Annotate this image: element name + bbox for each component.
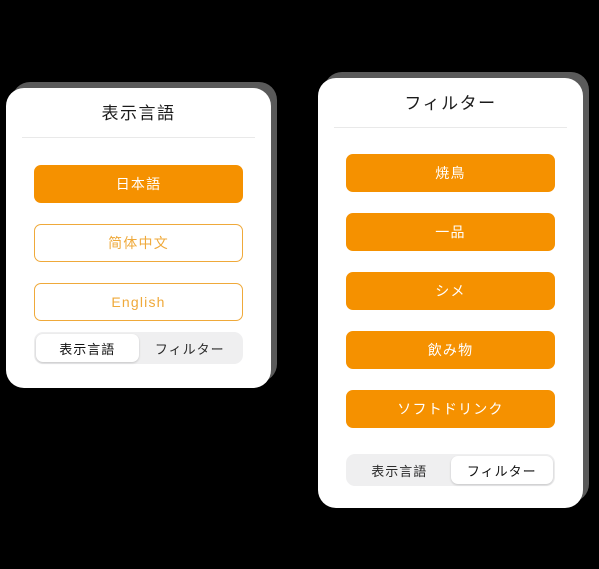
tab-display-language[interactable]: 表示言語	[348, 456, 451, 484]
segmented-tabbar: 表示言語 フィルター	[34, 332, 243, 364]
segmented-tabbar: 表示言語 フィルター	[346, 454, 555, 486]
language-panel-card: 表示言語 日本語 简体中文 English 表示言語 フィルター	[6, 88, 271, 388]
tab-display-language[interactable]: 表示言語	[36, 334, 139, 362]
page-title: フィルター	[404, 94, 497, 113]
language-panel-tabbar-wrap: 表示言語 フィルター	[34, 332, 243, 364]
filter-option-shime[interactable]: シメ	[346, 271, 555, 310]
screen-background: 表示言語 日本語 简体中文 English 表示言語 フィルター フィルター 焼…	[0, 0, 599, 569]
tab-filter[interactable]: フィルター	[450, 456, 553, 484]
filter-panel-card: フィルター 焼鳥 一品 シメ 飲み物 ソフトドリンク 表示言語 フィルター	[318, 78, 583, 508]
filter-option-yakitori[interactable]: 焼鳥	[346, 153, 555, 192]
filter-option-list: 焼鳥 一品 シメ 飲み物 ソフトドリンク	[318, 128, 583, 428]
language-option-english[interactable]: English	[34, 282, 243, 321]
language-option-japanese[interactable]: 日本語	[34, 164, 243, 203]
filter-panel-device: フィルター 焼鳥 一品 シメ 飲み物 ソフトドリンク 表示言語 フィルター	[318, 72, 589, 508]
language-panel-device: 表示言語 日本語 简体中文 English 表示言語 フィルター	[6, 82, 277, 388]
page-title: 表示言語	[101, 104, 176, 123]
filter-option-drinks[interactable]: 飲み物	[346, 330, 555, 369]
language-option-list: 日本語 简体中文 English	[6, 138, 271, 321]
filter-option-ippin[interactable]: 一品	[346, 212, 555, 251]
tab-filter[interactable]: フィルター	[139, 334, 242, 362]
filter-panel-tabbar-wrap: 表示言語 フィルター	[346, 454, 555, 486]
filter-option-soft-drinks[interactable]: ソフトドリンク	[346, 389, 555, 428]
language-option-simplified-chinese[interactable]: 简体中文	[34, 223, 243, 262]
